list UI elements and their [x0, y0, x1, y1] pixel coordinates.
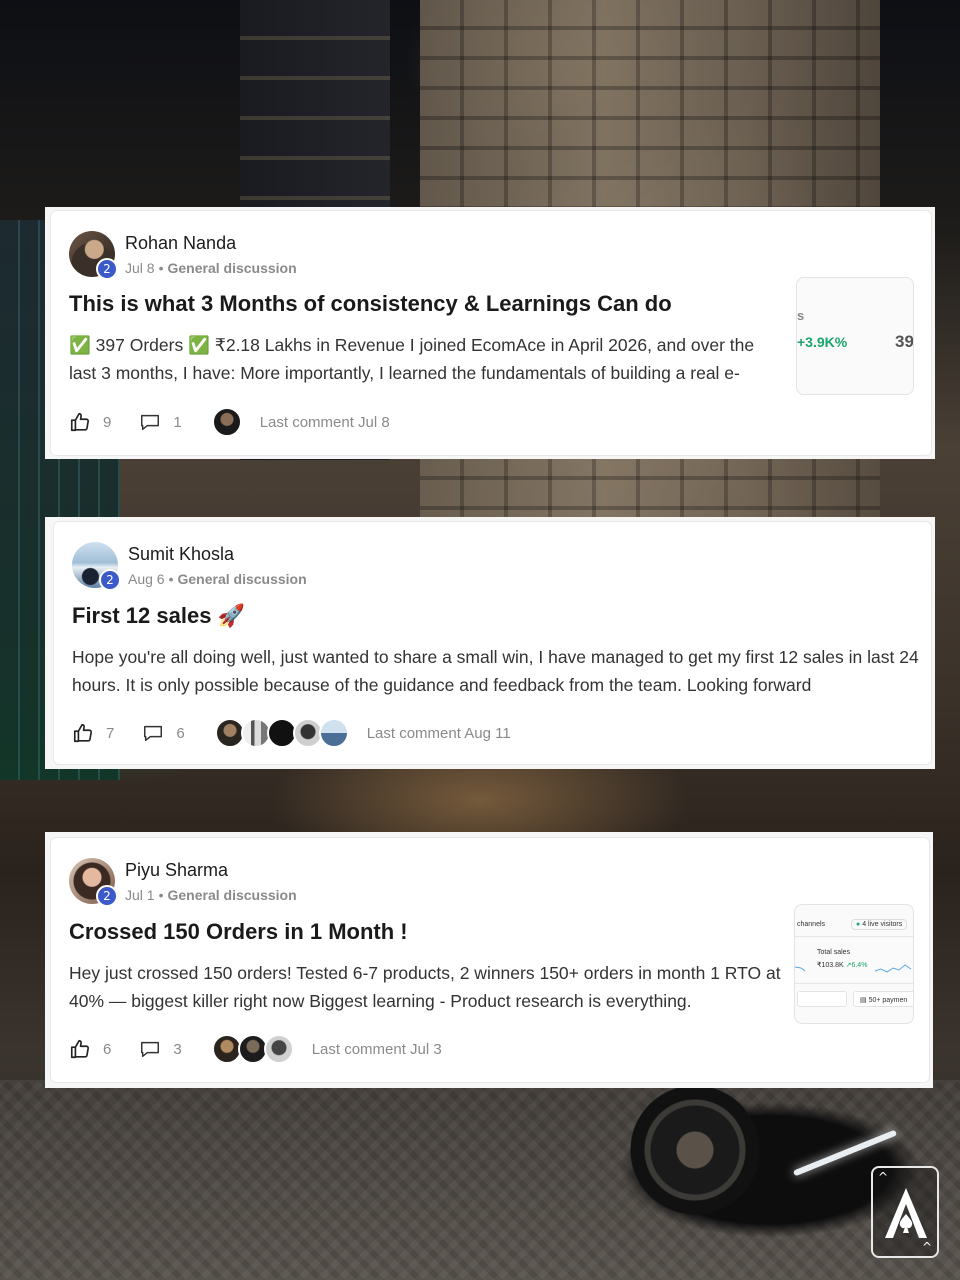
- comment-bubble-icon: [144, 725, 163, 742]
- post-meta: Jul 8 • General discussion: [125, 258, 297, 278]
- commenter-avatars: [211, 407, 242, 437]
- last-comment-text: Last comment Aug 11: [366, 724, 511, 742]
- author-avatar[interactable]: 2: [69, 231, 118, 280]
- level-badge: 2: [99, 569, 121, 591]
- commenter-avatars: [214, 718, 349, 748]
- post-card[interactable]: 2 Rohan Nanda Jul 8 • General discussion T…: [50, 210, 932, 456]
- spade-logo-icon: [885, 1188, 927, 1238]
- last-comment-text: Last comment Jul 8: [259, 413, 390, 431]
- post-actions: 6 3 Last comment Jul 3: [69, 1034, 442, 1064]
- post-date: Jul 1: [125, 887, 155, 903]
- post-meta: Jul 1 • General discussion: [125, 885, 297, 905]
- post-title[interactable]: This is what 3 Months of consistency & L…: [69, 289, 672, 319]
- commenter-avatar[interactable]: [263, 1034, 294, 1064]
- post-thumbnail[interactable]: channels ● 4 live visitors Total sales ₹…: [794, 904, 914, 1024]
- thumbnail-delta: +3.9K%: [797, 334, 848, 350]
- level-badge: 2: [96, 885, 118, 907]
- post-excerpt: Hope you're all doing well, just wanted …: [72, 647, 919, 695]
- like-button[interactable]: 6: [69, 1038, 111, 1060]
- commenter-avatar[interactable]: [211, 407, 242, 437]
- like-button[interactable]: 7: [72, 722, 114, 744]
- post-thumbnail[interactable]: s +3.9K% 39: [796, 277, 914, 395]
- post-actions: 7 6 Last comment Aug 11: [72, 718, 511, 748]
- post-category[interactable]: General discussion: [167, 887, 296, 903]
- comment-button[interactable]: 3: [139, 1038, 182, 1060]
- thumbnail-toolbar: channels ● 4 live visitors: [795, 915, 913, 937]
- author-avatar[interactable]: 2: [69, 858, 118, 907]
- thumbnail-payments: ▤ 50+ paymen: [853, 991, 913, 1007]
- thumbs-up-icon: [73, 723, 93, 743]
- like-count: 7: [106, 724, 115, 742]
- level-badge: 2: [96, 258, 118, 280]
- post-author-row: 2 Sumit Khosla Aug 6 • General discussion: [72, 542, 307, 591]
- meta-separator: •: [168, 571, 174, 587]
- thumbs-up-icon: [70, 1039, 90, 1059]
- thumbnail-sparkline: [795, 964, 912, 973]
- author-name[interactable]: Sumit Khosla: [128, 542, 307, 565]
- comment-bubble-icon: [141, 1041, 160, 1058]
- commenter-avatars: [211, 1034, 294, 1064]
- post-title[interactable]: First 12 sales 🚀: [72, 601, 245, 631]
- post-excerpt: Hey just crossed 150 orders! Tested 6-7 …: [69, 963, 781, 1011]
- post-card[interactable]: 2 Piyu Sharma Jul 1 • General discussion C…: [50, 837, 930, 1083]
- author-name[interactable]: Rohan Nanda: [125, 231, 297, 254]
- post-title[interactable]: Crossed 150 Orders in 1 Month !: [69, 917, 408, 947]
- post-author-row: 2 Rohan Nanda Jul 8 • General discussion: [69, 231, 297, 280]
- post-excerpt: ✅ 397 Orders ✅ ₹2.18 Lakhs in Revenue I …: [69, 335, 755, 383]
- comment-button[interactable]: 1: [139, 411, 182, 433]
- thumbs-up-icon: [70, 412, 90, 432]
- post-meta: Aug 6 • General discussion: [128, 569, 307, 589]
- last-comment-text: Last comment Jul 3: [311, 1040, 442, 1058]
- author-name[interactable]: Piyu Sharma: [125, 858, 297, 881]
- thumbnail-value: 39: [895, 332, 914, 351]
- thumbnail-live-visitors: ● 4 live visitors: [851, 919, 908, 930]
- like-button[interactable]: 9: [69, 411, 111, 433]
- comment-count: 1: [173, 413, 182, 431]
- thumbnail-field: [797, 991, 847, 1007]
- post-category[interactable]: General discussion: [167, 260, 296, 276]
- like-count: 6: [103, 1040, 112, 1058]
- logo-corner-top: ^: [878, 1170, 889, 1184]
- meta-separator: •: [158, 887, 164, 903]
- meta-separator: •: [158, 260, 164, 276]
- post-actions: 9 1 Last comment Jul 8: [69, 407, 390, 437]
- author-avatar[interactable]: 2: [72, 542, 121, 591]
- comment-bubble-icon: [141, 414, 160, 431]
- like-count: 9: [103, 413, 112, 431]
- post-author-row: 2 Piyu Sharma Jul 1 • General discussion: [69, 858, 297, 907]
- post-card[interactable]: 2 Sumit Khosla Aug 6 • General discussion …: [53, 521, 932, 765]
- commenter-avatar[interactable]: [318, 718, 349, 748]
- thumbnail-total-label: Total sales: [817, 949, 851, 956]
- brand-logo: ^ ^: [871, 1166, 939, 1258]
- post-date: Aug 6: [128, 571, 165, 587]
- background-car-wheel: [630, 1085, 760, 1215]
- post-date: Jul 8: [125, 260, 155, 276]
- comment-count: 6: [176, 724, 185, 742]
- post-category[interactable]: General discussion: [178, 571, 307, 587]
- comment-count: 3: [173, 1040, 182, 1058]
- logo-corner-bottom: ^: [921, 1240, 932, 1254]
- comment-button[interactable]: 6: [142, 722, 185, 744]
- thumbnail-label: s: [797, 308, 805, 323]
- thumbnail-channels: channels: [797, 921, 826, 928]
